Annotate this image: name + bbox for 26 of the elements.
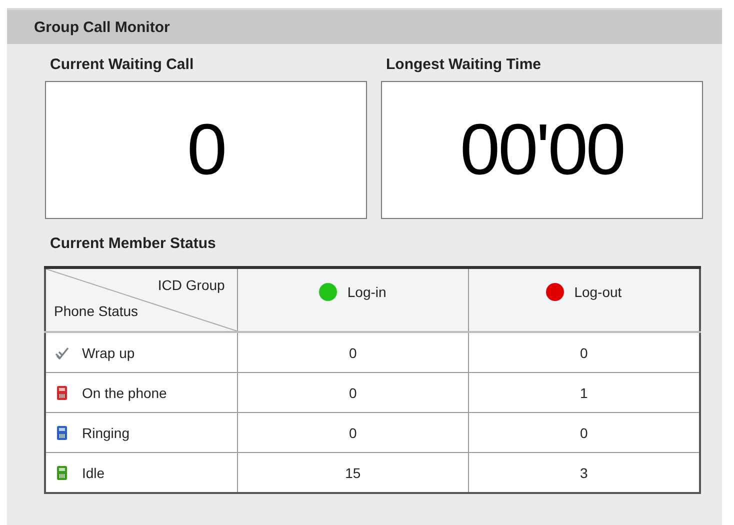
- table-cell: 3: [468, 452, 700, 493]
- column-label: Log-out: [574, 284, 622, 300]
- table-cell: 0: [468, 332, 700, 372]
- phone-icon: [54, 424, 70, 440]
- section-title: Current Member Status: [50, 235, 217, 252]
- row-label: Idle: [82, 464, 105, 480]
- row-label: Ringing: [82, 424, 130, 440]
- phone-icon: [54, 384, 70, 400]
- column-label: Log-in: [347, 284, 386, 300]
- stat-label: Current Waiting Call: [49, 56, 195, 73]
- phone-icon: [54, 464, 70, 480]
- corner-bottom-label: Phone Status: [54, 303, 138, 319]
- table-cell: 0: [468, 412, 700, 452]
- checkmark-icon: [54, 344, 70, 360]
- table-cell: 0: [237, 332, 468, 372]
- stat-value: 00'00: [460, 109, 624, 191]
- table-cell: 15: [237, 452, 468, 493]
- stat-value: 0: [186, 109, 226, 191]
- row-label: On the phone: [82, 384, 167, 400]
- row-label: Wrap up: [82, 344, 135, 360]
- table-cell: 0: [237, 372, 468, 412]
- table-cell: 0: [237, 412, 468, 452]
- stat-label: Longest Waiting Time: [385, 56, 542, 73]
- table-cell: 1: [468, 372, 700, 412]
- panel-title: Group Call Monitor: [34, 18, 170, 36]
- corner-top-label: ICD Group: [158, 277, 225, 293]
